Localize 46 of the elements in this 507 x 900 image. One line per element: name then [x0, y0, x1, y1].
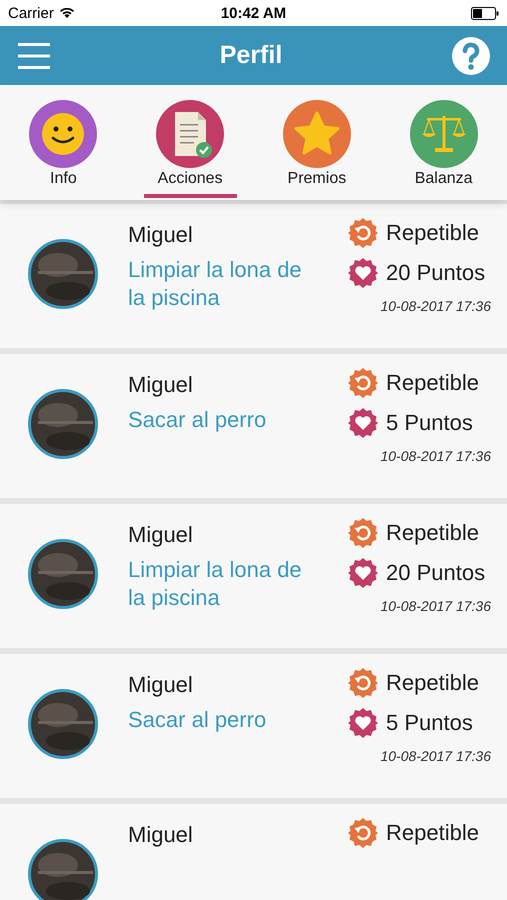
heart-icon [348, 558, 378, 588]
heart-icon [348, 408, 378, 438]
category-tab[interactable]: Premios [254, 85, 380, 200]
action-card[interactable]: Miguel Sacar al perro Repetible 5 Puntos 10-08-2017 17:36 [0, 654, 507, 798]
category-tab[interactable]: Acciones [126, 85, 254, 200]
user-name: Miguel [128, 672, 194, 698]
heart-icon [348, 708, 378, 738]
repeat-label: Repetible [386, 820, 479, 846]
scale-icon [410, 100, 478, 168]
repeat-icon [348, 368, 378, 398]
action-date: 10-08-2017 17:36 [380, 298, 491, 314]
action-card[interactable]: Miguel Sacar al perro Repetible 5 Puntos 10-08-2017 17:36 [0, 354, 507, 498]
points-label: 5 Puntos [386, 410, 473, 436]
screen-title: Perfil [220, 41, 282, 70]
user-name: Miguel [128, 222, 194, 248]
wifi-icon [58, 7, 75, 19]
action-card[interactable]: Miguel Limpiar la lona de la piscina Repetible 20 Puntos 10-08-2017 17:36 [0, 504, 507, 648]
user-name: Miguel [128, 522, 194, 548]
repeat-icon [348, 818, 378, 848]
points-label: 5 Puntos [386, 710, 473, 736]
document-check-icon [156, 100, 224, 168]
repeat-icon [348, 668, 378, 698]
smiley-icon [29, 100, 98, 168]
action-card[interactable]: Miguel Repetible [0, 804, 507, 900]
clock-time: 10:42 AM [220, 4, 286, 22]
category-tab[interactable]: Info [0, 85, 127, 200]
battery-icon [471, 6, 499, 20]
action-date: 10-08-2017 17:36 [380, 598, 491, 614]
carrier-label: Carrier [8, 4, 54, 22]
repeat-icon [348, 218, 378, 248]
repeat-label: Repetible [386, 520, 479, 546]
action-card[interactable]: Miguel Limpiar la lona de la piscina Repetible 20 Puntos 10-08-2017 17:36 [0, 204, 507, 348]
points-label: 20 Puntos [386, 260, 486, 286]
menu-icon[interactable] [18, 42, 50, 68]
user-name: Miguel [128, 372, 194, 398]
help-icon[interactable] [452, 36, 490, 74]
action-date: 10-08-2017 17:36 [380, 748, 491, 764]
repeat-label: Repetible [386, 370, 479, 396]
repeat-icon [348, 518, 378, 548]
repeat-label: Repetible [386, 670, 479, 696]
heart-icon [348, 258, 378, 288]
points-label: 20 Puntos [386, 560, 486, 586]
action-date: 10-08-2017 17:36 [380, 448, 491, 464]
repeat-label: Repetible [386, 220, 479, 246]
user-name: Miguel [128, 822, 194, 848]
category-tab[interactable]: Balanza [380, 85, 507, 200]
